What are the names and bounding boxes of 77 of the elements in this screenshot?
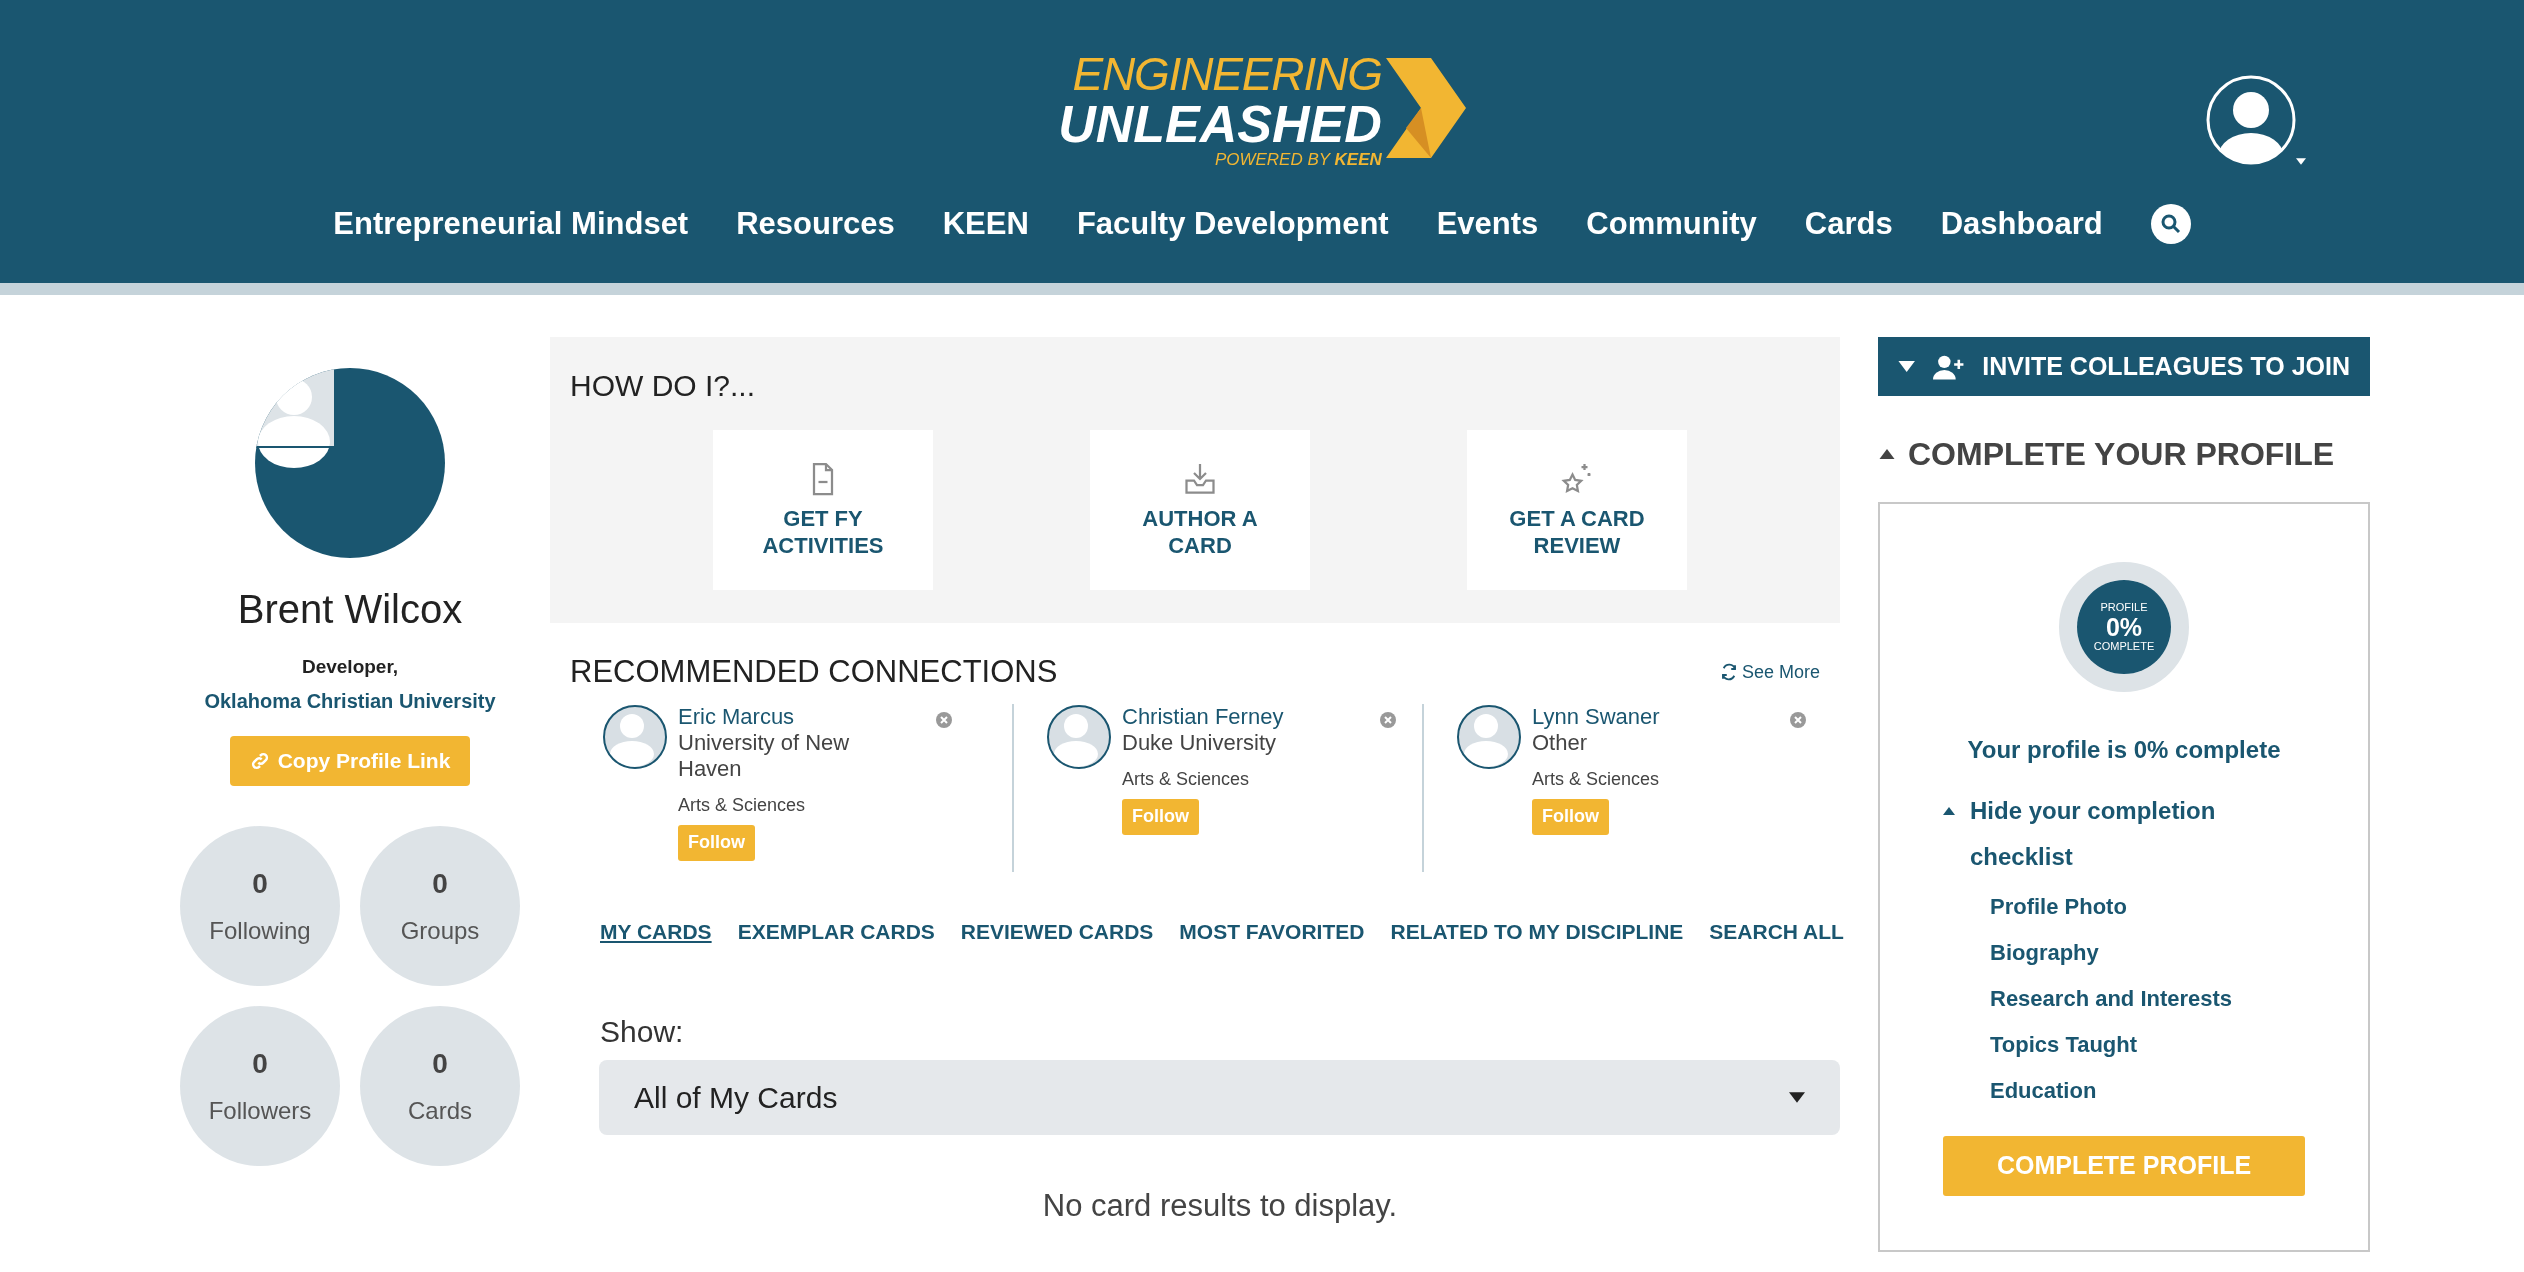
see-more-link[interactable]: See More: [1719, 658, 1820, 686]
action-tile[interactable]: GET A CARD REVIEW: [1467, 430, 1687, 590]
ring-caption: PROFILE: [2100, 601, 2148, 614]
add-user-icon: [1933, 353, 1965, 380]
empty-message: No card results to display.: [1041, 1187, 1398, 1225]
checklist-item[interactable]: Education: [1990, 1068, 2233, 1114]
connection-department: Arts & Sciences: [1532, 767, 1661, 791]
checklist-toggle[interactable]: Hide your completion checklist: [1942, 788, 2242, 880]
logo-text: ENGINEERING: [1072, 50, 1382, 98]
ring-caption: COMPLETE: [2093, 640, 2155, 653]
complete-profile-toggle[interactable]: COMPLETE YOUR PROFILE: [1878, 430, 2370, 478]
section-title: HOW DO I?...: [570, 368, 756, 404]
stat-count: 0: [432, 866, 448, 901]
download-tray-icon: [1182, 461, 1218, 497]
nav-link[interactable]: Entrepreneurial Mindset: [333, 200, 689, 247]
link-icon: [249, 750, 270, 771]
nav-link[interactable]: KEEN: [942, 200, 1029, 247]
checklist-item[interactable]: Biography: [1990, 930, 2233, 976]
caret-icon: [1878, 449, 1896, 459]
close-icon[interactable]: [1380, 711, 1396, 728]
nav-link[interactable]: Faculty Development: [1076, 200, 1389, 247]
connection-organization: Other: [1532, 729, 1589, 756]
section-title: RECOMMENDED CONNECTIONS: [570, 653, 1058, 691]
invite-colleagues-button[interactable]: INVITE COLLEAGUES TO JOIN: [1878, 337, 2370, 396]
stat-count: 0: [252, 866, 268, 901]
refresh-icon: [1719, 663, 1738, 682]
close-icon[interactable]: [936, 711, 952, 728]
dropdown-caret-icon: [1789, 1092, 1805, 1103]
connection-organization: University of New Haven: [678, 729, 851, 782]
stat-label: Followers: [208, 1095, 312, 1126]
action-label: GET FY ACTIVITIES: [761, 505, 885, 559]
connection-name[interactable]: Lynn Swaner: [1532, 703, 1752, 730]
stat-count: 0: [432, 1046, 448, 1081]
connection-name[interactable]: Christian Ferney: [1122, 703, 1342, 730]
card-tab[interactable]: SEARCH ALL: [1709, 915, 1844, 947]
organization-link[interactable]: Oklahoma Christian University: [204, 685, 496, 716]
stat-label: Groups: [400, 915, 480, 946]
show-select[interactable]: All of My Cards: [599, 1060, 1840, 1135]
connection-name[interactable]: Eric Marcus: [678, 703, 898, 730]
action-tile[interactable]: GET FY ACTIVITIES: [713, 430, 933, 590]
card-tab[interactable]: RELATED TO MY DISCIPLINE: [1390, 915, 1684, 947]
search-icon[interactable]: [2150, 203, 2191, 244]
connection-organization: Duke University: [1122, 729, 1278, 756]
show-label: Show:: [600, 1014, 685, 1050]
action-tile[interactable]: AUTHOR A CARD: [1090, 430, 1310, 590]
profile-name: Brent Wilcox: [237, 586, 463, 633]
user-avatar-icon[interactable]: [2206, 75, 2296, 165]
checklist-item[interactable]: Research and Interests: [1990, 976, 2233, 1022]
profile-role: Developer,: [301, 655, 399, 679]
logo-text: UNLEASHED: [1058, 98, 1382, 150]
checklist-item[interactable]: Profile Photo: [1990, 884, 2233, 930]
action-label: GET A CARD REVIEW: [1508, 505, 1646, 559]
nav-link[interactable]: Cards: [1804, 200, 1893, 247]
nav-link[interactable]: Resources: [736, 200, 895, 247]
nav-link[interactable]: Events: [1436, 200, 1539, 247]
stat-label: Following: [209, 915, 311, 946]
close-icon[interactable]: [1790, 711, 1806, 728]
nav-link[interactable]: Community: [1586, 200, 1757, 247]
card-tab[interactable]: EXEMPLAR CARDS: [737, 915, 935, 947]
dropdown-caret-icon: [2296, 158, 2306, 165]
action-label: AUTHOR A CARD: [1141, 505, 1259, 559]
logo-tagline: POWERED BY KEEN: [1214, 150, 1382, 170]
connection-department: Arts & Sciences: [1122, 767, 1251, 791]
caret-icon: [1942, 807, 1956, 815]
stat-count: 0: [252, 1046, 268, 1081]
card-tab[interactable]: MOST FAVORITED: [1179, 915, 1365, 947]
connection-department: Arts & Sciences: [678, 793, 807, 817]
card-tab[interactable]: REVIEWED CARDS: [960, 915, 1154, 947]
chevron-logo-icon: [1385, 58, 1466, 158]
checklist-item[interactable]: Topics Taught: [1990, 1022, 2233, 1068]
site-logo[interactable]: ENGINEERING UNLEASHED POWERED BY KEEN: [1058, 50, 1466, 170]
stat-label: Cards: [408, 1095, 472, 1126]
card-tab[interactable]: MY CARDS: [600, 915, 712, 947]
completion-status: Your profile is 0% complete: [1967, 735, 2281, 765]
nav-link[interactable]: Dashboard: [1940, 200, 2103, 247]
caret-icon: [1898, 361, 1916, 372]
ring-percent: 0%: [2105, 614, 2143, 640]
